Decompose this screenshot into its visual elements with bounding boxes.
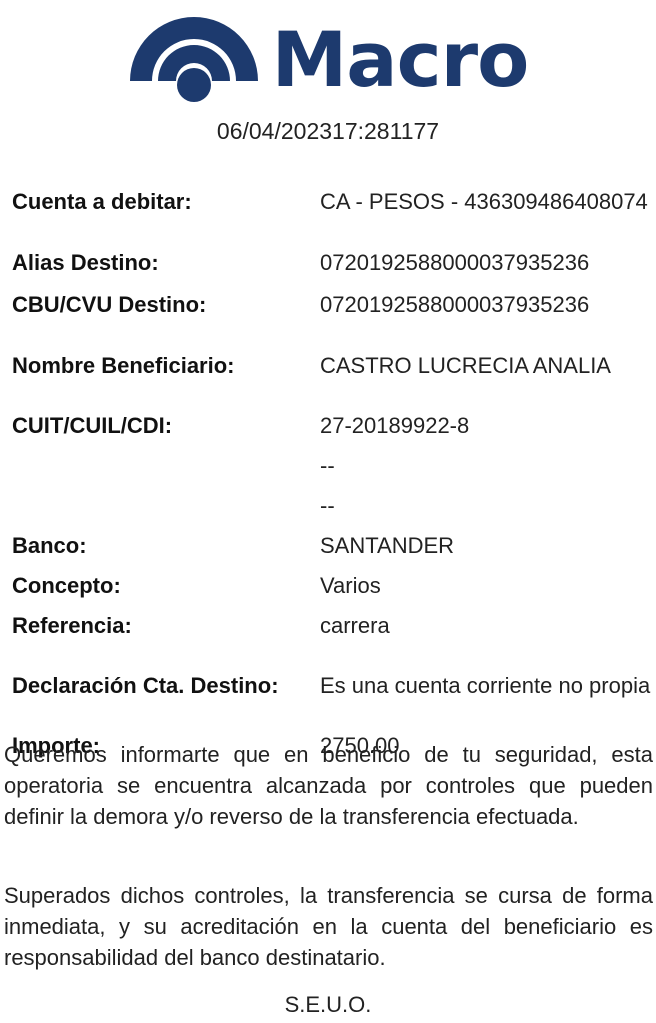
transfer-details: Cuenta a debitar: CA - PESOS - 436309486…	[12, 162, 652, 766]
detail-label: Alias Destino:	[12, 250, 159, 275]
detail-label: Declaración Cta. Destino:	[12, 673, 279, 698]
detail-row-banco: Banco: SANTANDER	[12, 526, 652, 566]
detail-label: Banco:	[12, 533, 87, 558]
operation-time: 17:28	[332, 118, 390, 144]
detail-value: 0720192588000037935236	[320, 250, 590, 275]
detail-value: 0720192588000037935236	[320, 292, 590, 317]
detail-row-empty-2: --	[12, 486, 652, 526]
detail-label: Nombre Beneficiario:	[12, 353, 235, 378]
detail-row-cuit: CUIT/CUIL/CDI: 27-20189922-8	[12, 406, 652, 446]
detail-row-cbu-destino: CBU/CVU Destino: 0720192588000037935236	[12, 284, 652, 326]
macro-arch-logo-icon	[129, 17, 258, 102]
detail-value: CASTRO LUCRECIA ANALIA	[320, 353, 611, 378]
detail-value: carrera	[320, 613, 390, 638]
macro-logo: Macro	[0, 12, 656, 108]
operation-number: 1177	[389, 118, 440, 144]
operation-date: 06/04/2023	[216, 118, 333, 144]
detail-row-alias-destino: Alias Destino: 0720192588000037935236	[12, 242, 652, 284]
detail-label: Referencia:	[12, 613, 132, 638]
detail-value: SANTANDER	[320, 533, 455, 558]
detail-label: Cuenta a debitar:	[12, 189, 192, 214]
detail-value: Varios	[320, 573, 381, 598]
detail-value: --	[320, 453, 335, 478]
detail-row-declaracion: Declaración Cta. Destino: Es una cuenta …	[12, 646, 652, 726]
detail-row-cuenta-debitar: Cuenta a debitar: CA - PESOS - 436309486…	[12, 162, 652, 242]
detail-row-referencia: Referencia: carrera	[12, 606, 652, 646]
security-notice: Queremos informarte que en beneficio de …	[4, 742, 653, 829]
detail-label: CBU/CVU Destino:	[12, 292, 207, 317]
detail-value: 27-20189922-8	[320, 413, 470, 438]
brand-name: Macro	[271, 15, 530, 104]
operation-header: 06/04/202317:281177	[0, 116, 656, 146]
detail-row-nombre-beneficiario: Nombre Beneficiario: CASTRO LUCRECIA ANA…	[12, 326, 652, 406]
credit-notice: Superados dichos controles, la transfere…	[4, 883, 653, 970]
detail-row-concepto: Concepto: Varios	[12, 566, 652, 606]
detail-value: --	[320, 493, 335, 518]
detail-label: Concepto:	[12, 573, 121, 598]
detail-label: CUIT/CUIL/CDI:	[12, 413, 173, 438]
seuo-footer: S.E.U.O.	[284, 992, 372, 1017]
detail-row-empty-1: --	[12, 446, 652, 486]
detail-value: CA - PESOS - 436309486408074	[320, 189, 648, 214]
detail-value: Es una cuenta corriente no propia	[320, 673, 651, 698]
